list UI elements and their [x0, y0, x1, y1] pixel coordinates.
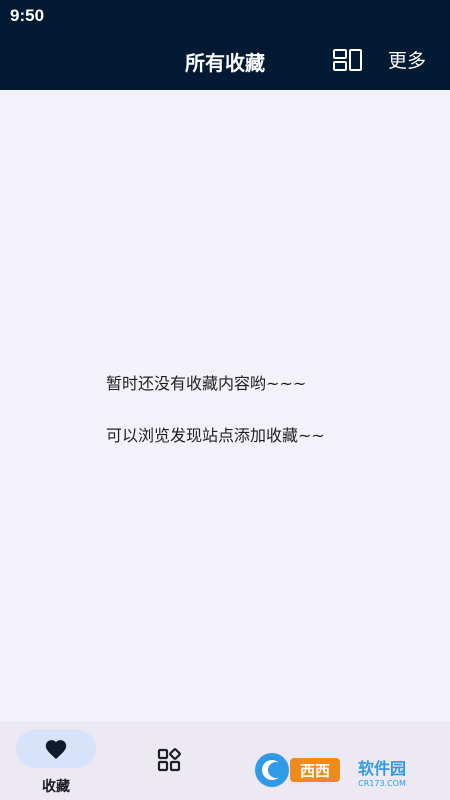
- empty-message: 暂时还没有收藏内容哟~~~: [106, 374, 307, 393]
- empty-hint: 可以浏览发现站点添加收藏~~: [106, 426, 325, 445]
- svg-text:CR173.COM: CR173.COM: [358, 779, 406, 788]
- favorites-content: 暂时还没有收藏内容哟~~~ 可以浏览发现站点添加收藏~~: [0, 90, 450, 722]
- page-title: 所有收藏: [185, 51, 265, 75]
- nav-item-sites[interactable]: [146, 736, 192, 782]
- status-bar: 9:50: [0, 0, 450, 32]
- watermark-logo: 西西 软件园 CR173.COM: [250, 750, 430, 790]
- app-bar: 所有收藏 更多: [0, 32, 450, 90]
- heart-icon: [45, 740, 67, 759]
- more-button[interactable]: 更多: [388, 46, 426, 73]
- nav-item-label: 收藏: [42, 779, 70, 795]
- status-time: 9:50: [10, 6, 45, 25]
- svg-text:西西: 西西: [300, 762, 330, 780]
- nav-selected-indicator: [16, 730, 96, 768]
- layout-grid-icon[interactable]: [330, 46, 366, 76]
- nav-item-favorites[interactable]: 收藏: [16, 730, 96, 796]
- svg-text:软件园: 软件园: [358, 759, 406, 778]
- apps-icon: [157, 748, 181, 772]
